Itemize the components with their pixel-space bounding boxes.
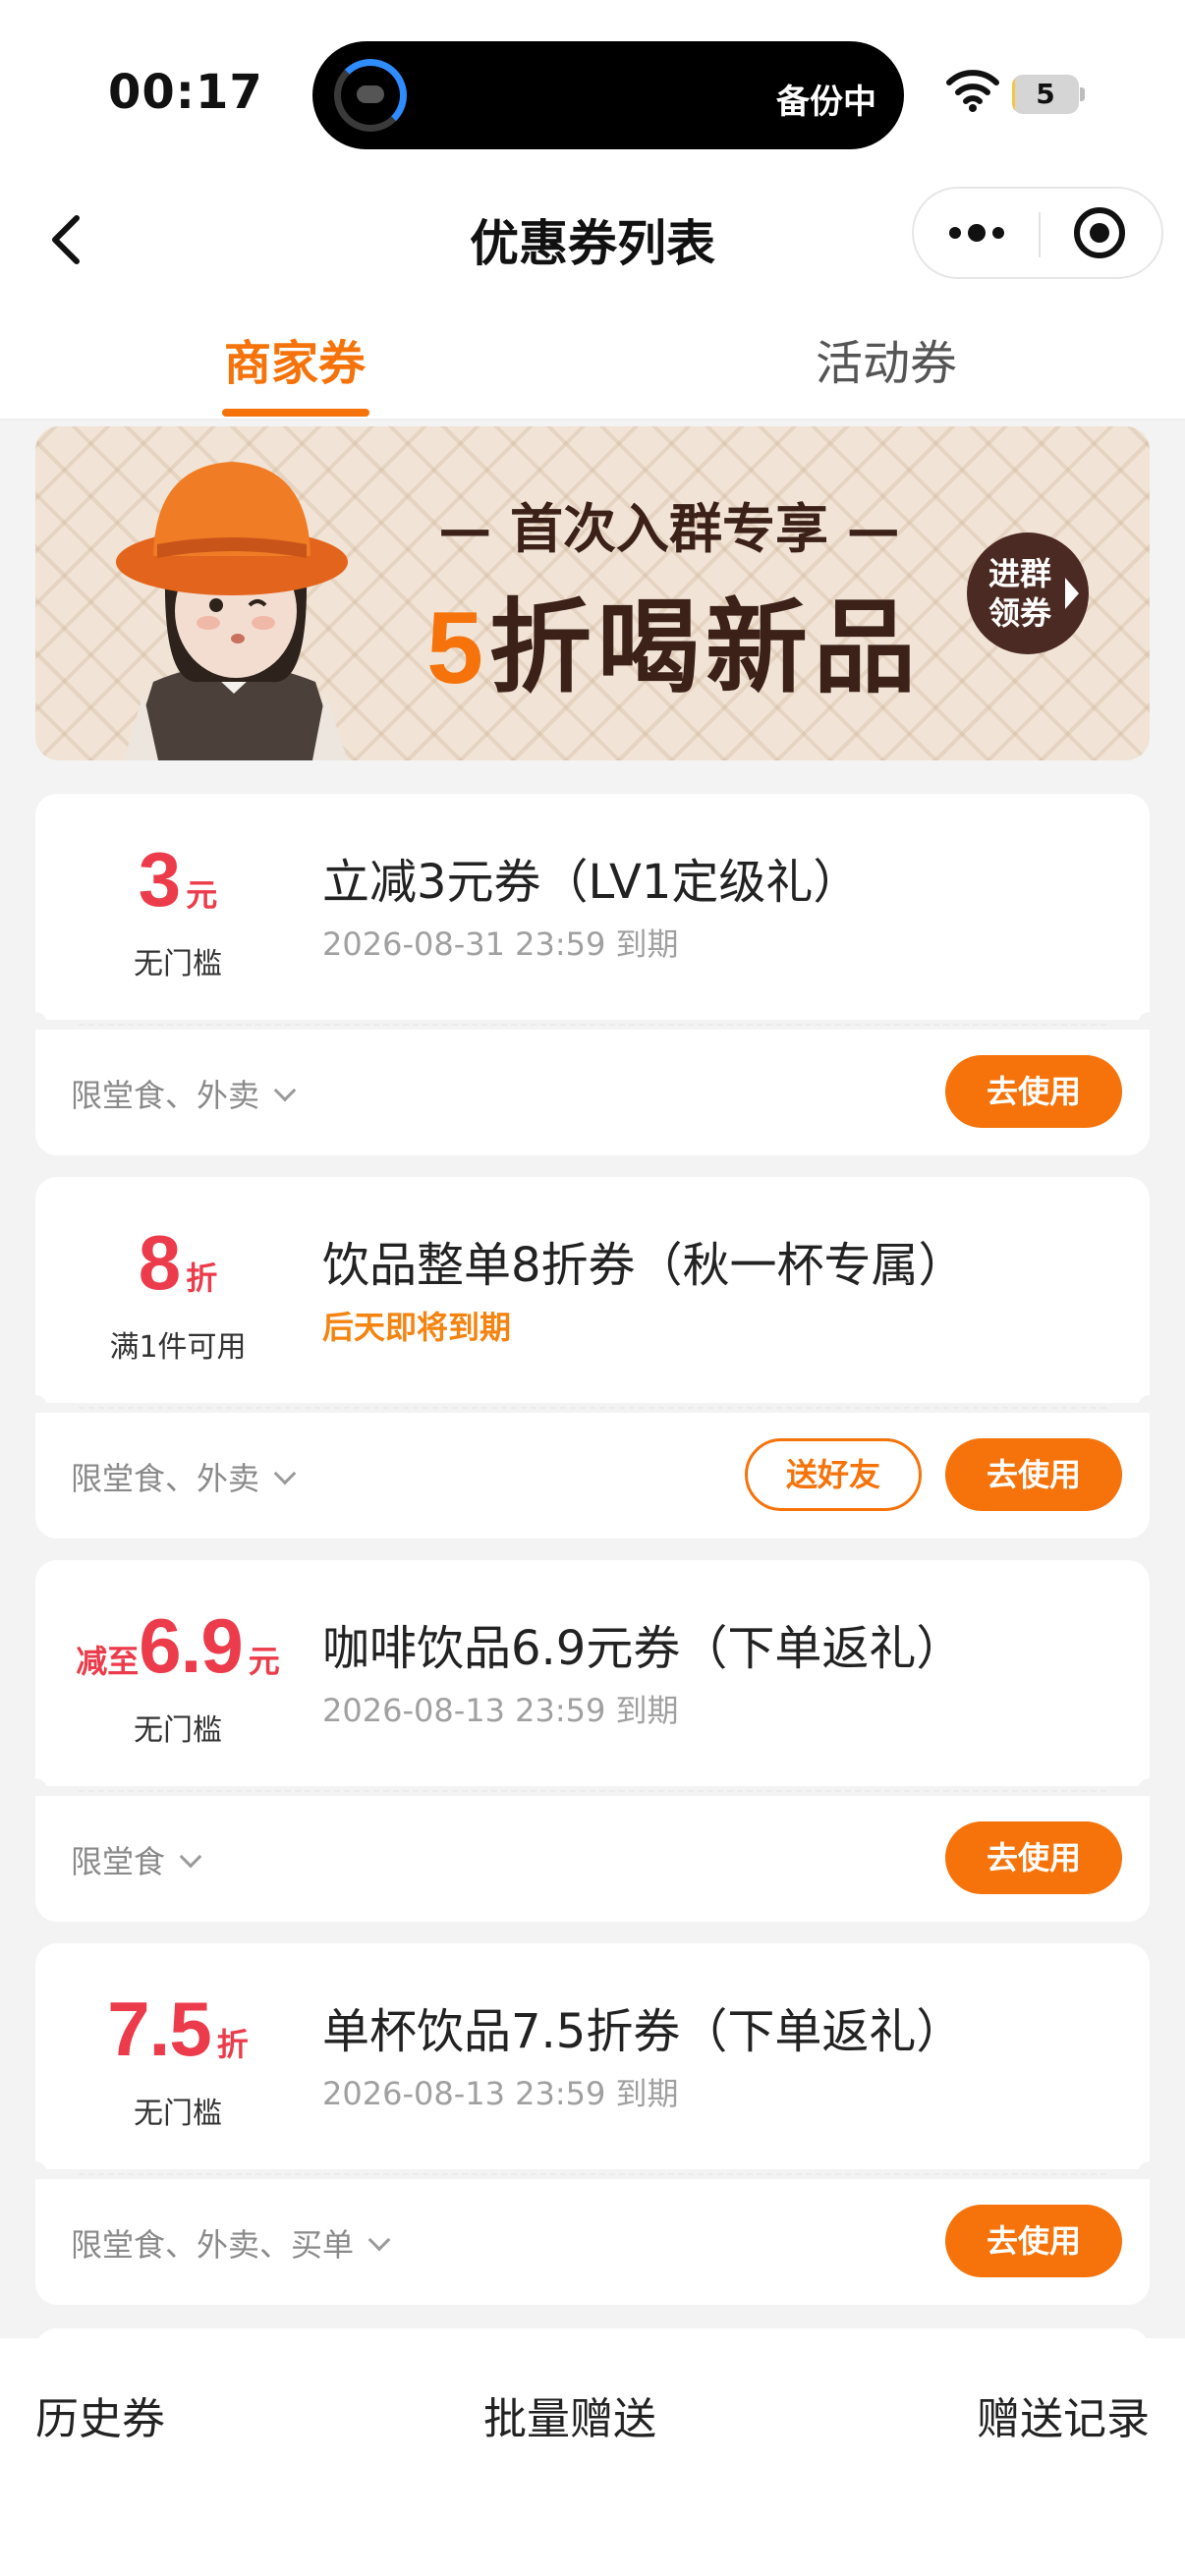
battery-level: 5 (1036, 78, 1055, 110)
coupon-value-prefix: 减至 (76, 1643, 140, 1680)
backup-progress-icon (334, 59, 407, 132)
battery-icon: 5 (1012, 75, 1085, 114)
more-dots-icon (949, 224, 1004, 242)
chevron-down-icon (273, 1462, 297, 1485)
coupon-value-unit: 折 (216, 2026, 249, 2063)
coupon-value-number: 7.5 (107, 1986, 211, 2072)
coupon-scope: 限堂食 (71, 1843, 166, 1880)
backup-status-text: 备份中 (776, 83, 876, 122)
coupon-scope-toggle[interactable]: 限堂食、外卖 (71, 1454, 297, 1499)
promo-banner[interactable]: — 首次入群专享 — 5折喝新品 进群领券 (35, 426, 1150, 760)
mini-program-capsule (912, 187, 1163, 279)
status-time: 00:17 (108, 65, 263, 120)
coupon-card: 3元 无门槛 立减3元券（LV1定级礼） 2026-08-31 23:59 到期… (24, 794, 1161, 1155)
coupon-title: 咖啡饮品6.9元券（下单返礼） (322, 1621, 964, 1676)
banner-title-number: 5 (426, 591, 489, 705)
coupon-card: 减至6.9 元 无门槛 咖啡饮品6.9元券（下单返礼） 2026-08-13 23… (24, 1560, 1161, 1922)
coupon-value-unit: 元 (186, 876, 218, 914)
coupon-scope: 限堂食、外卖 (71, 1460, 260, 1497)
coupon-scope-toggle[interactable]: 限堂食、外卖、买单 (71, 2220, 391, 2266)
close-mini-program-button[interactable] (1041, 189, 1163, 277)
gift-records-button[interactable]: 赠送记录 (977, 2383, 1150, 2446)
join-group-coupon-button[interactable]: 进群领券 (967, 532, 1089, 654)
tab-merchant-coupons[interactable]: 商家券 (147, 324, 442, 393)
coupon-title: 单杯饮品7.5折券（下单返礼） (322, 2004, 964, 2059)
coupon-tabs: 商家券 活动券 (0, 305, 1185, 420)
mascot-figure-icon (116, 462, 348, 760)
coupon-value-unit: 元 (248, 1643, 280, 1680)
coupon-scope: 限堂食、外卖 (71, 1077, 260, 1114)
coupon-value-number: 8 (138, 1219, 181, 1306)
banner-subtitle: — 首次入群专享 — (438, 497, 900, 560)
coupon-scope-toggle[interactable]: 限堂食、外卖 (71, 1071, 297, 1116)
chevron-down-icon (367, 2228, 391, 2252)
coupon-value: 3元 无门槛 (35, 794, 320, 1020)
coupon-threshold: 无门槛 (134, 1713, 222, 1748)
coupon-value: 减至6.9 元 无门槛 (35, 1560, 320, 1786)
coupon-title: 饮品整单8折券（秋一杯专属） (322, 1238, 966, 1293)
coupon-card: 7.5 折 无门槛 单杯饮品7.5折券（下单返礼） 2026-08-13 23:5… (24, 1943, 1161, 2305)
banner-title: 5折喝新品 (360, 564, 988, 712)
coupon-value-unit: 折 (186, 1260, 218, 1297)
use-coupon-button[interactable]: 去使用 (945, 1055, 1122, 1128)
coupon-threshold: 满1件可用 (109, 1330, 247, 1365)
chevron-down-icon (273, 1079, 297, 1102)
coupon-threshold: 无门槛 (134, 947, 222, 981)
chevron-down-icon (179, 1845, 202, 1869)
coupon-threshold: 无门槛 (134, 2097, 222, 2131)
use-coupon-button[interactable]: 去使用 (945, 1438, 1122, 1511)
coupon-value-number: 3 (138, 836, 181, 923)
coupon-value: 7.5 折 无门槛 (35, 1943, 320, 2169)
coupon-scope-toggle[interactable]: 限堂食 (71, 1837, 202, 1882)
coupon-expiry: 2026-08-31 23:59 到期 (322, 925, 679, 963)
coupon-scope: 限堂食、外卖、买单 (71, 2226, 355, 2264)
wifi-icon (946, 70, 999, 112)
coupon-expiry: 2026-08-13 23:59 到期 (322, 2075, 679, 2112)
more-button[interactable] (914, 189, 1039, 277)
coupon-value-number: 6.9 (139, 1602, 243, 1689)
coupon-expiry: 2026-08-13 23:59 到期 (322, 1692, 679, 1729)
coupon-expiry-warning: 后天即将到期 (322, 1309, 512, 1346)
target-circle-icon (1074, 207, 1125, 258)
active-tab-indicator (222, 409, 369, 417)
coupon-card: 8折 满1件可用 饮品整单8折券（秋一杯专属） 后天即将到期 限堂食、外卖 送好… (24, 1177, 1161, 1539)
dynamic-island: 备份中 (312, 41, 904, 149)
coupon-value: 8折 满1件可用 (35, 1177, 320, 1403)
play-arrow-icon (1065, 578, 1079, 609)
use-coupon-button[interactable]: 去使用 (945, 2205, 1122, 2277)
banner-title-text: 折喝新品 (488, 587, 922, 707)
use-coupon-button[interactable]: 去使用 (945, 1821, 1122, 1894)
coupon-title: 立减3元券（LV1定级礼） (322, 855, 861, 910)
tab-activity-coupons[interactable]: 活动券 (739, 324, 1034, 393)
gift-to-friend-button[interactable]: 送好友 (745, 1438, 922, 1511)
join-group-label: 进群领券 (988, 555, 1051, 632)
batch-gift-button[interactable]: 批量赠送 (0, 2383, 1140, 2446)
bottom-action-bar: 历史券 批量赠送 赠送记录 (0, 2338, 1185, 2576)
nav-bar: 优惠券列表 (0, 187, 1185, 305)
status-bar: 00:17 备份中 5 (0, 0, 1185, 187)
